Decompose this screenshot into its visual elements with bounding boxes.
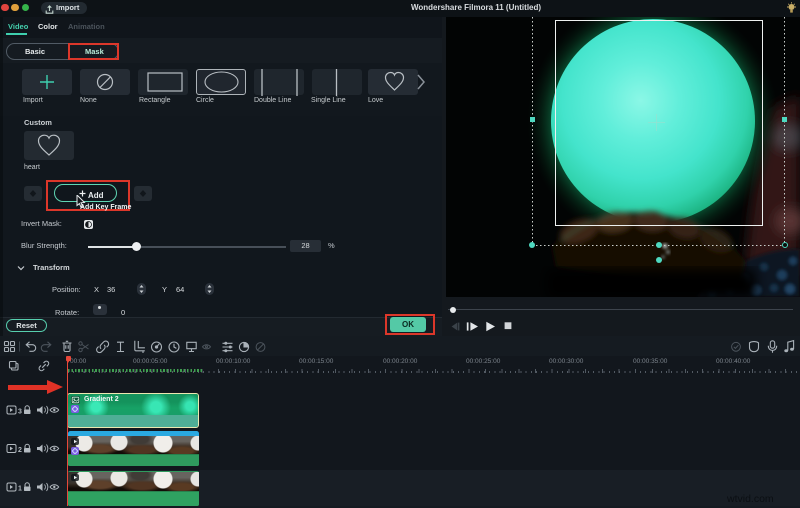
svg-text:3: 3 bbox=[18, 409, 22, 416]
svg-text:1: 1 bbox=[18, 486, 22, 493]
svg-text:2: 2 bbox=[18, 447, 22, 454]
